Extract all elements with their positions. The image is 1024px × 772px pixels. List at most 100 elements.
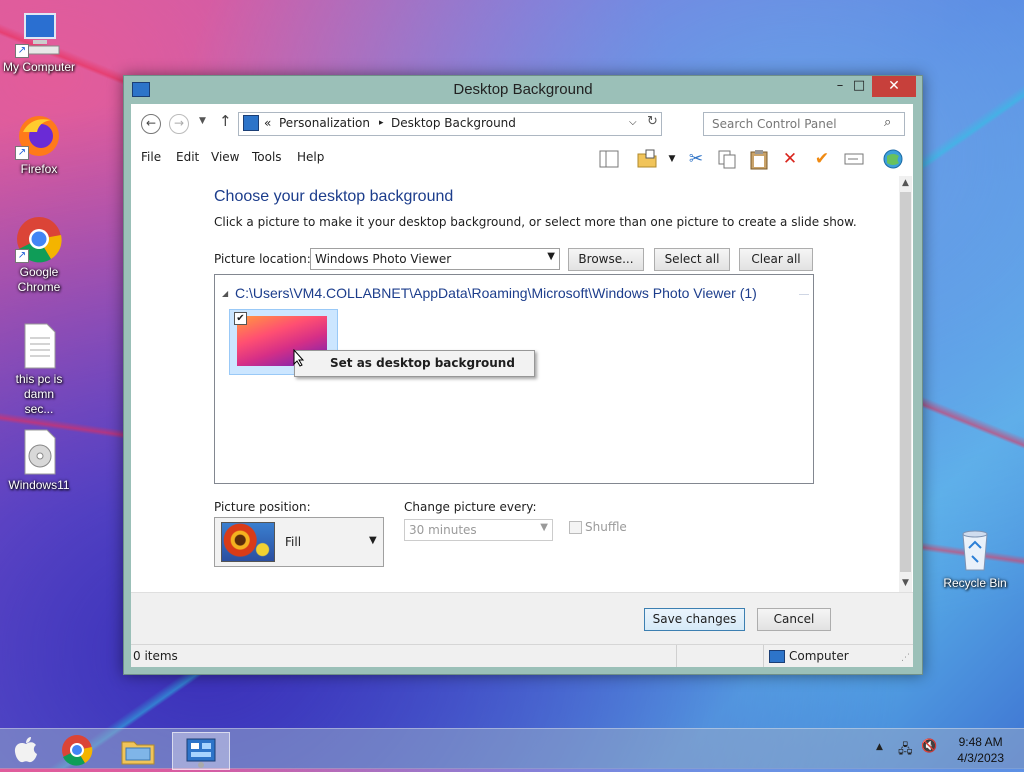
- change-picture-every-value: 30 minutes: [409, 523, 477, 537]
- close-button[interactable]: ✕: [872, 76, 916, 97]
- picture-position-value: Fill: [285, 535, 302, 549]
- breadcrumb-separator: ▸: [379, 118, 384, 128]
- menu-file[interactable]: File: [141, 150, 161, 164]
- address-dropdown-chevron-icon[interactable]: ⌵: [629, 117, 637, 128]
- shortcut-arrow-icon: ↗: [15, 44, 29, 58]
- recycle-bin-icon: [951, 526, 999, 574]
- back-button[interactable]: ←: [141, 114, 161, 134]
- clock-time: 9:48 AM: [958, 735, 1003, 749]
- scrollbar-thumb[interactable]: [900, 192, 911, 572]
- picture-location-select[interactable]: Windows Photo Viewer ▼: [310, 248, 560, 270]
- menu-bar: File Edit View Tools Help ▼ ✂ ✕ ✔: [131, 142, 913, 172]
- shuffle-checkbox[interactable]: [569, 521, 582, 534]
- main-content: Choose your desktop background Click a p…: [131, 176, 895, 592]
- resize-grip-icon[interactable]: ⋰: [901, 653, 910, 663]
- desktop-icon-google-chrome[interactable]: ↗ Google Chrome: [0, 215, 78, 295]
- desktop-icon-label: Recycle Bin: [943, 576, 1007, 590]
- internet-globe-icon[interactable]: [882, 148, 904, 170]
- breadcrumb-personalization[interactable]: Personalization: [279, 116, 370, 130]
- collapse-group-icon[interactable]: ◢: [222, 289, 228, 298]
- shuffle-label: Shuffle: [585, 520, 627, 534]
- browse-button[interactable]: Browse...: [568, 248, 644, 271]
- rename-icon[interactable]: [843, 148, 865, 170]
- desktop-icon-firefox[interactable]: ↗ Firefox: [0, 112, 78, 177]
- picture-location-label: Picture location:: [214, 252, 311, 266]
- desktop-icon-label: My Computer: [2, 60, 76, 74]
- taskbar-file-explorer-icon[interactable]: [116, 732, 160, 768]
- taskbar-control-panel-button[interactable]: [172, 732, 230, 770]
- desktop-icon-text-file[interactable]: this pc is damn sec...: [0, 322, 78, 417]
- desktop-icon-my-computer[interactable]: ↗ My Computer: [0, 10, 78, 75]
- search-input[interactable]: Search Control Panel: [712, 117, 837, 131]
- change-picture-every-label: Change picture every:: [404, 500, 537, 514]
- vertical-scrollbar[interactable]: ▲ ▼: [899, 176, 912, 592]
- thumbnail-checkbox[interactable]: ✔: [234, 312, 247, 325]
- position-preview-image: [221, 522, 275, 562]
- maximize-button[interactable]: □: [846, 76, 872, 97]
- delete-icon[interactable]: ✕: [779, 148, 801, 170]
- refresh-icon[interactable]: ↻: [647, 114, 658, 129]
- forward-button[interactable]: →: [169, 114, 189, 134]
- speaker-muted-icon[interactable]: 🔇: [921, 739, 937, 754]
- cut-icon[interactable]: ✂: [685, 148, 707, 170]
- up-button[interactable]: ↑: [219, 112, 232, 130]
- status-item-count: 0 items: [133, 649, 178, 663]
- start-apple-icon[interactable]: [4, 732, 48, 768]
- context-menu-set-as-desktop-background[interactable]: Set as desktop background: [330, 356, 515, 370]
- folder-options-dropdown-icon[interactable]: ▼: [661, 148, 683, 170]
- computer-zone-icon: [769, 650, 785, 663]
- copy-icon[interactable]: [716, 148, 738, 170]
- system-clock[interactable]: 9:48 AM 4/3/2023: [957, 734, 1004, 766]
- window-client-area: ← → ▼ ↑ « Personalization ▸ Desktop Back…: [131, 104, 913, 667]
- menu-view[interactable]: View: [211, 150, 239, 164]
- firefox-icon: ↗: [15, 112, 63, 160]
- recent-pages-dropdown[interactable]: ▼: [199, 116, 206, 126]
- desktop-icon-label: Firefox: [20, 162, 58, 176]
- desktop-icon-label: Google Chrome: [17, 265, 61, 294]
- properties-check-icon[interactable]: ✔: [811, 148, 833, 170]
- picture-list[interactable]: ◢ C:\Users\VM4.COLLABNET\AppData\Roaming…: [214, 274, 814, 484]
- menu-tools[interactable]: Tools: [252, 150, 282, 164]
- network-icon[interactable]: 🖧: [898, 740, 913, 762]
- control-panel-icon: [243, 115, 259, 131]
- menu-help[interactable]: Help: [297, 150, 324, 164]
- picture-group-title[interactable]: C:\Users\VM4.COLLABNET\AppData\Roaming\M…: [235, 285, 757, 301]
- paste-icon[interactable]: [748, 148, 770, 170]
- layout-pane-icon[interactable]: [598, 148, 620, 170]
- search-icon[interactable]: ⌕: [884, 115, 891, 130]
- chevron-down-icon: ▼: [369, 535, 377, 546]
- save-changes-button[interactable]: Save changes: [644, 608, 745, 631]
- status-bar: 0 items Computer ⋰: [131, 644, 913, 667]
- shortcut-arrow-icon: ↗: [15, 249, 29, 263]
- taskbar-chrome-icon[interactable]: [55, 732, 99, 768]
- dialog-footer: Save changes Cancel: [131, 592, 913, 645]
- context-menu: Set as desktop background: [294, 350, 535, 377]
- breadcrumb-desktop-background[interactable]: Desktop Background: [391, 116, 516, 130]
- disc-image-icon: [15, 428, 63, 476]
- taskbar: ▲ 🖧 🔇 9:48 AM 4/3/2023: [0, 728, 1024, 770]
- change-picture-every-select[interactable]: 30 minutes ▼: [404, 519, 553, 541]
- scroll-up-arrow-icon[interactable]: ▲: [899, 178, 912, 188]
- title-bar[interactable]: Desktop Background – □ ✕: [124, 76, 922, 104]
- computer-icon: ↗: [15, 10, 63, 58]
- breadcrumb-prefix[interactable]: «: [264, 116, 271, 130]
- folder-options-icon[interactable]: [636, 148, 658, 170]
- status-divider: [676, 645, 677, 667]
- clear-all-button[interactable]: Clear all: [739, 248, 813, 271]
- address-bar[interactable]: « Personalization ▸ Desktop Background ⌵…: [238, 112, 662, 136]
- show-hidden-icons-arrow[interactable]: ▲: [876, 742, 883, 752]
- scroll-down-arrow-icon[interactable]: ▼: [899, 578, 912, 588]
- desktop-icon-windows11[interactable]: Windows11: [0, 428, 78, 493]
- select-all-button[interactable]: Select all: [654, 248, 730, 271]
- picture-position-select[interactable]: Fill ▼: [214, 517, 384, 567]
- group-divider: [799, 294, 809, 295]
- menu-edit[interactable]: Edit: [176, 150, 199, 164]
- desktop-background-window: Desktop Background – □ ✕ ← → ▼ ↑ « Perso…: [123, 75, 923, 675]
- search-box[interactable]: Search Control Panel ⌕: [703, 112, 905, 136]
- control-panel-icon: [186, 738, 216, 768]
- text-file-icon: [15, 322, 63, 370]
- cancel-button[interactable]: Cancel: [757, 608, 831, 631]
- page-description: Click a picture to make it your desktop …: [214, 215, 857, 229]
- chrome-icon: ↗: [15, 215, 63, 263]
- desktop-icon-recycle-bin[interactable]: Recycle Bin: [936, 526, 1014, 591]
